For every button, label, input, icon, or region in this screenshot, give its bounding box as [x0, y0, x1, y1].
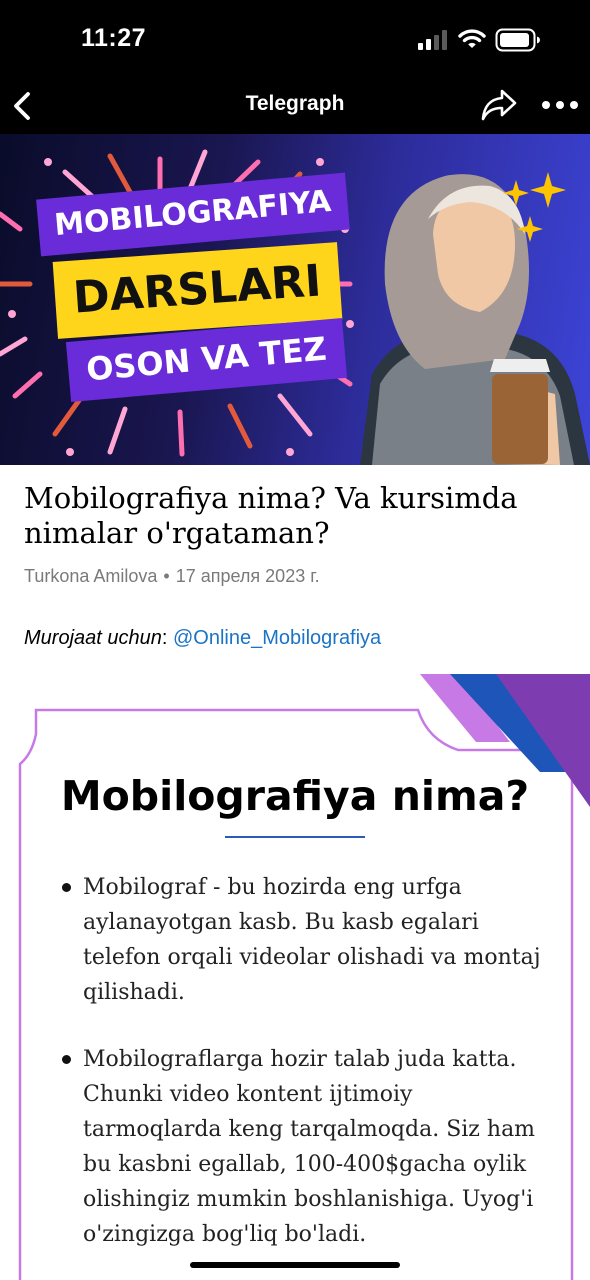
- status-time: 11:27: [81, 24, 147, 52]
- wifi-icon: [458, 29, 486, 48]
- list-item: Mobilograflarga hozir talab juda katta. …: [62, 1042, 552, 1252]
- sparkle-icon: [530, 172, 566, 208]
- author-name[interactable]: Turkona Amilova: [24, 566, 157, 586]
- signal-icon: [418, 30, 447, 50]
- battery-icon: [495, 28, 540, 52]
- article-infographic-image: Mobilografiya nima? Mobilograf - bu hozi…: [0, 672, 590, 1280]
- bullet-dot: [62, 883, 71, 892]
- status-bar: 11:27: [0, 0, 590, 80]
- bullet-dot: [62, 1055, 71, 1064]
- article-banner-image: MOBILOGRAFIYA DARSLARI OSON VA TEZ: [0, 134, 590, 465]
- list-item-text: Mobilograf - bu hozirda eng urfga aylana…: [83, 875, 541, 1005]
- share-icon[interactable]: [480, 87, 518, 123]
- home-indicator[interactable]: [190, 1262, 400, 1268]
- byline-separator: •: [163, 566, 170, 586]
- article-title: Mobilografiya nima? Va kursimda nimalar …: [24, 481, 518, 550]
- nav-bar: Telegraph: [0, 80, 590, 134]
- article-byline: Turkona Amilova • 17 апреля 2023 г.: [24, 566, 320, 587]
- list-item-text: Mobilograflarga hozir talab juda katta. …: [83, 1047, 536, 1247]
- contact-label: Murojaat uchun: [24, 627, 162, 649]
- contact-colon: :: [161, 627, 168, 649]
- list-item: Mobilograf - bu hozirda eng urfga aylana…: [62, 870, 552, 1010]
- presenter-photo: [360, 174, 590, 465]
- more-icon[interactable]: [540, 92, 580, 118]
- contact-link[interactable]: @Online_Mobilografiya: [173, 627, 381, 649]
- publish-date: 17 апреля 2023 г.: [175, 566, 320, 586]
- heading-underline: [225, 836, 365, 838]
- contact-line: Murojaat uchun: @Online_Mobilografiya: [24, 627, 381, 650]
- infographic-heading: Mobilografiya nima?: [60, 772, 530, 820]
